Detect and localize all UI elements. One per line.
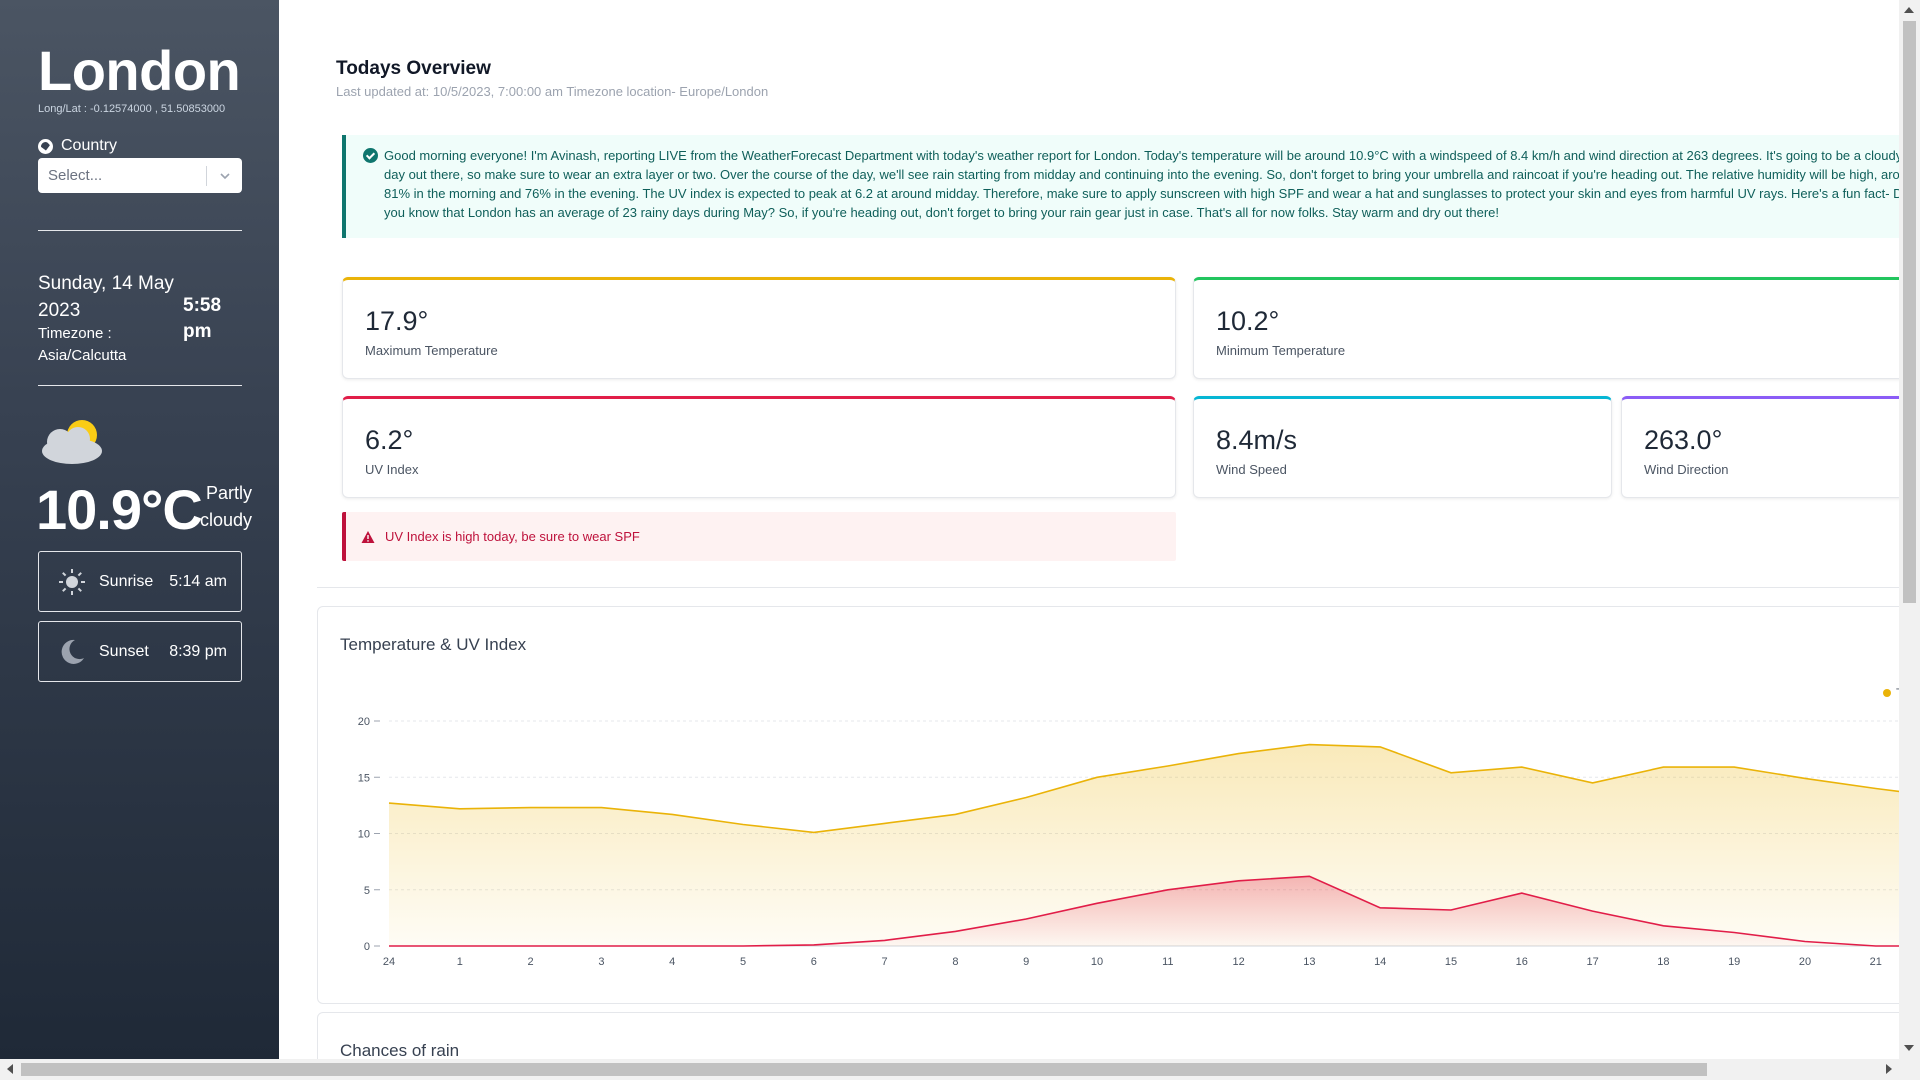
wind-speed-value: 8.4m/s — [1216, 425, 1298, 455]
uv-index-card: 6.2° UV Index — [342, 396, 1176, 498]
wind-speed-label: Wind Speed — [1216, 462, 1287, 477]
current-date: Sunday, 14 May 2023 — [38, 273, 174, 321]
main-content: Todays Overview Last updated at: 10/5/20… — [279, 0, 1899, 1059]
y-tick-label: 20 — [358, 716, 370, 728]
vertical-scroll-thumb[interactable] — [1903, 21, 1916, 603]
sidebar: London Long/Lat : -0.12574000 , 51.50853… — [0, 0, 279, 1059]
country-label: Country — [38, 137, 117, 155]
x-tick-label: 24 — [383, 956, 395, 968]
sidebar-divider — [38, 230, 242, 231]
x-tick-label: 15 — [1445, 956, 1457, 968]
scroll-down-arrow[interactable] — [1904, 1045, 1914, 1051]
horizontal-scrollbar[interactable] — [0, 1059, 1920, 1080]
x-tick-label: 16 — [1516, 956, 1528, 968]
x-tick-label: 8 — [952, 956, 958, 968]
check-circle-icon — [363, 148, 378, 163]
min-temp-value: 10.2° — [1216, 306, 1280, 336]
x-tick-label: 19 — [1728, 956, 1740, 968]
sunset-box: Sunset 8:39 pm — [38, 621, 242, 682]
sunrise-time: 5:14 am — [169, 572, 227, 590]
globe-icon — [38, 138, 53, 154]
country-select[interactable]: Select... — [38, 158, 242, 193]
y-tick-label: 10 — [358, 829, 370, 841]
uv-alert: UV Index is high today, be sure to wear … — [342, 512, 1176, 561]
rain-chances-card: Chances of rain — [317, 1012, 1899, 1059]
scroll-right-arrow[interactable] — [1886, 1064, 1892, 1074]
x-tick-label: 21 — [1870, 956, 1882, 968]
x-tick-label: 13 — [1303, 956, 1315, 968]
uv-index-value: 6.2° — [365, 425, 414, 455]
max-temp-label: Maximum Temperature — [365, 343, 498, 358]
x-tick-label: 1 — [457, 956, 463, 968]
x-tick-label: 5 — [740, 956, 746, 968]
y-tick-label: 5 — [364, 885, 370, 897]
temperature-uv-chart: 0510152024 1 2 3 4 5 6 7 8 9 10 11 12 13 14 15 16 17 18 19 2… — [358, 686, 1899, 968]
wind-speed-card: 8.4m/s Wind Speed — [1193, 396, 1612, 498]
timezone-label: Timezone : — [38, 325, 112, 342]
x-tick-label: 3 — [598, 956, 604, 968]
x-tick-label: 20 — [1799, 956, 1811, 968]
sunset-label: Sunset — [99, 642, 149, 660]
weather-report: Good morning everyone! I'm Avinash, repo… — [342, 135, 1899, 238]
last-updated: Last updated at: 10/5/2023, 7:00:00 am T… — [336, 84, 769, 99]
page-title: Todays Overview — [336, 58, 491, 79]
moon-icon — [57, 637, 87, 667]
x-tick-label: 4 — [669, 956, 675, 968]
chevron-down-icon[interactable] — [207, 170, 242, 182]
x-tick-label: 2 — [528, 956, 534, 968]
partly-cloudy-icon — [42, 420, 102, 464]
x-tick-label: 14 — [1374, 956, 1386, 968]
y-tick-label: 0 — [364, 941, 370, 953]
sidebar-divider — [38, 385, 242, 386]
sun-icon — [57, 567, 87, 597]
vertical-scrollbar[interactable] — [1899, 0, 1920, 1059]
temperature-uv-chart-card: Temperature & UV Index 0 5 10 15 20 24 1 2 3 4 5 6 7… — [317, 606, 1899, 1004]
max-temp-value: 17.9° — [365, 306, 429, 336]
min-temp-label: Minimum Temperature — [1216, 343, 1346, 358]
wind-direction-label: Wind Direction — [1644, 462, 1729, 477]
x-tick-label: 17 — [1586, 956, 1598, 968]
uv-alert-text: UV Index is high today, be sure to wear … — [385, 529, 640, 544]
country-select-placeholder: Select... — [48, 167, 103, 184]
warning-icon — [361, 530, 375, 543]
section-divider — [317, 587, 1899, 588]
scroll-up-arrow[interactable] — [1904, 7, 1914, 13]
city-name: London — [38, 39, 241, 102]
min-temp-card: 10.2° Minimum Temperature — [1193, 277, 1899, 379]
wind-direction-card: 263.0° Wind Direction — [1621, 396, 1899, 498]
sunrise-label: Sunrise — [99, 572, 154, 590]
x-tick-label: 18 — [1657, 956, 1669, 968]
current-temperature: 10.9°C — [36, 478, 203, 541]
x-tick-label: 11 — [1162, 956, 1173, 968]
weather-report-text: Good morning everyone! I'm Avinash, repo… — [384, 148, 1899, 220]
sunset-time: 8:39 pm — [169, 642, 227, 660]
rain-chances-title: Chances of rain — [340, 1041, 460, 1059]
x-tick-label: 6 — [811, 956, 817, 968]
x-tick-label: 12 — [1232, 956, 1244, 968]
country-label-text: Country — [61, 137, 118, 154]
x-tick-label: 9 — [1023, 956, 1029, 968]
y-tick-label: 15 — [358, 772, 370, 784]
sunrise-box: Sunrise 5:14 am — [38, 551, 242, 612]
coordinates: Long/Lat : -0.12574000 , 51.50853000 — [38, 103, 226, 115]
x-tick-label: 10 — [1091, 956, 1103, 968]
wind-direction-value: 263.0° — [1644, 425, 1723, 455]
legend-marker — [1883, 689, 1891, 697]
uv-index-label: UV Index — [365, 462, 419, 477]
current-time: 5:58 pm — [183, 295, 222, 342]
scroll-left-arrow[interactable] — [7, 1064, 13, 1074]
timezone-value: Asia/Calcutta — [38, 347, 127, 364]
weather-condition: Partly cloudy — [199, 483, 252, 530]
max-temp-card: 17.9° Maximum Temperature — [342, 277, 1176, 379]
x-tick-label: 7 — [882, 956, 888, 968]
horizontal-scroll-thumb[interactable] — [21, 1063, 1707, 1076]
